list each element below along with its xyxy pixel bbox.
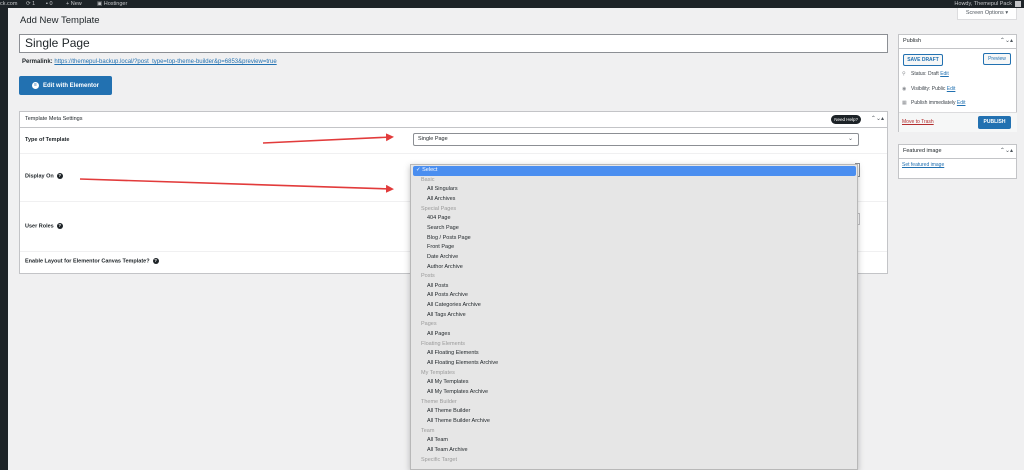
status-label: Status: Draft (911, 71, 939, 77)
dropdown-option[interactable]: All Tags Archive (411, 311, 857, 321)
visibility-line: ◉ Visibility: Public Edit (902, 86, 955, 92)
canvas-layout-text: Enable Layout for Elementor Canvas Templ… (25, 258, 150, 265)
new-menu[interactable]: + New (66, 1, 82, 7)
type-of-template-label: Type of Template (25, 137, 70, 143)
edit-with-elementor-label: Edit with Elementor (42, 82, 99, 89)
howdy-user[interactable]: Howdy, Themepul Pack (954, 1, 1012, 7)
publish-time-label: Publish immediately (911, 100, 956, 106)
publish-box-controls[interactable]: ⌃⌄▴ (1000, 35, 1013, 48)
dropdown-option[interactable]: Blog / Posts Page (411, 234, 857, 244)
featured-image-header: Featured image ⌃⌄▴ (899, 145, 1016, 159)
status-line: ⚲ Status: Draft Edit (902, 71, 949, 77)
visibility-label: Visibility: Public (911, 86, 946, 92)
hostinger-menu[interactable]: ▣ Hostinger (97, 1, 127, 7)
dropdown-option[interactable]: Front Page (411, 243, 857, 253)
metabox-controls[interactable]: ⌃⌄▴ (871, 112, 884, 127)
help-icon[interactable]: ? (56, 173, 63, 179)
save-draft-button[interactable]: SAVE DRAFT (903, 54, 943, 66)
display-on-dropdown[interactable]: ✓ Select Basic All Singulars All Archives Sp… (410, 164, 858, 470)
screen-options-button[interactable]: Screen Options ▾ (957, 8, 1017, 20)
calendar-icon: ▦ (902, 100, 907, 106)
dropdown-group-label: Pages (421, 321, 437, 328)
dropdown-group-label: Theme Builder (421, 398, 457, 405)
move-to-trash-link[interactable]: Move to Trash (902, 119, 934, 125)
dropdown-option[interactable]: Date Archive (411, 253, 857, 263)
preview-button[interactable]: Preview (983, 53, 1011, 65)
dropdown-option[interactable]: All Team (411, 436, 857, 446)
need-help-badge[interactable]: Need Help? (831, 115, 861, 124)
publish-box-header: Publish ⌃⌄▴ (899, 35, 1016, 49)
help-icon[interactable]: ? (152, 258, 159, 264)
dropdown-option[interactable]: All Categories Archive (411, 301, 857, 311)
comments-count: 0 (49, 1, 53, 7)
dropdown-option[interactable]: Search Page (411, 224, 857, 234)
permalink-label: Permalink: (22, 59, 53, 65)
dropdown-option[interactable]: All My Templates (411, 378, 857, 388)
dropdown-option[interactable]: All Posts Archive (411, 291, 857, 301)
visibility-edit-link[interactable]: Edit (947, 86, 956, 92)
edit-with-elementor-button[interactable]: ≡ Edit with Elementor (19, 76, 112, 95)
dropdown-group-label: Basic (421, 176, 435, 183)
metabox-header: Template Meta Settings Need Help? ⌃⌄▴ (20, 112, 887, 128)
updates-icon[interactable]: ⟳ 1 (26, 1, 35, 7)
dropdown-option[interactable]: All Floating Elements Archive (411, 359, 857, 369)
help-icon[interactable]: ? (56, 223, 63, 229)
dropdown-group-label: Team (421, 427, 435, 434)
dropdown-option[interactable]: All Theme Builder (411, 407, 857, 417)
avatar[interactable] (1015, 1, 1021, 7)
elementor-icon: ≡ (31, 82, 39, 89)
chevron-down-icon: ⌄ (847, 136, 853, 142)
canvas-layout-label: Enable Layout for Elementor Canvas Templ… (25, 258, 159, 264)
display-on-text: Display On (25, 173, 54, 180)
dropdown-option-selected[interactable]: ✓ Select (413, 166, 856, 176)
publish-box-title: Publish (903, 38, 922, 44)
hostinger-label: Hostinger (103, 1, 128, 7)
metabox-title: Template Meta Settings (25, 116, 83, 122)
admin-bar: ck.com ⟳ 1 ▪ 0 + New ▣ Hostinger Howdy, … (0, 0, 1024, 8)
dropdown-option[interactable]: All Posts (411, 282, 857, 292)
dropdown-option[interactable]: 404 Page (411, 214, 857, 224)
title-input[interactable]: Single Page (19, 34, 888, 53)
publish-button[interactable]: PUBLISH (978, 116, 1011, 129)
publish-time-edit-link[interactable]: Edit (957, 100, 966, 106)
dropdown-group-label: Floating Elements (421, 340, 466, 347)
featured-image-title: Featured image (903, 148, 942, 154)
status-edit-link[interactable]: Edit (940, 71, 949, 77)
type-of-template-select[interactable]: Single Page ⌄ (413, 133, 859, 146)
admin-menu-strip (0, 8, 8, 470)
updates-count: 1 (32, 1, 36, 7)
user-roles-text: User Roles (25, 223, 54, 230)
dropdown-option[interactable]: All Floating Elements (411, 349, 857, 359)
display-on-label: Display On? (25, 173, 63, 179)
dropdown-group-label: Posts (421, 273, 435, 280)
set-featured-image-link[interactable]: Set featured image (902, 162, 944, 168)
comments-icon[interactable]: ▪ 0 (46, 1, 53, 7)
dropdown-option[interactable]: All Pages (411, 330, 857, 340)
eye-icon: ◉ (902, 86, 907, 92)
dropdown-option[interactable]: Author Archive (411, 263, 857, 273)
pin-icon: ⚲ (902, 71, 906, 77)
dropdown-group-label: Specific Target (421, 456, 457, 463)
permalink-link[interactable]: https://themepul-backup.local/?post_type… (54, 59, 276, 65)
type-of-template-value: Single Page (418, 136, 448, 142)
dropdown-option[interactable]: All Team Archive (411, 446, 857, 456)
publish-time-line: ▦ Publish immediately Edit (902, 100, 965, 106)
dropdown-option[interactable]: All Singulars (411, 185, 857, 195)
admin-bar-site[interactable]: ck.com (0, 1, 17, 7)
dropdown-option[interactable]: All Archives (411, 195, 857, 205)
dropdown-option[interactable]: All My Templates Archive (411, 388, 857, 398)
dropdown-option[interactable]: All Theme Builder Archive (411, 417, 857, 427)
user-roles-label: User Roles? (25, 223, 63, 229)
dropdown-group-label: My Templates (421, 369, 455, 376)
featured-image-controls[interactable]: ⌃⌄▴ (1000, 145, 1013, 158)
permalink: Permalink: https://themepul-backup.local… (22, 59, 277, 65)
dropdown-group-label: Special Pages (421, 205, 457, 212)
page-title: Add New Template (20, 15, 100, 26)
